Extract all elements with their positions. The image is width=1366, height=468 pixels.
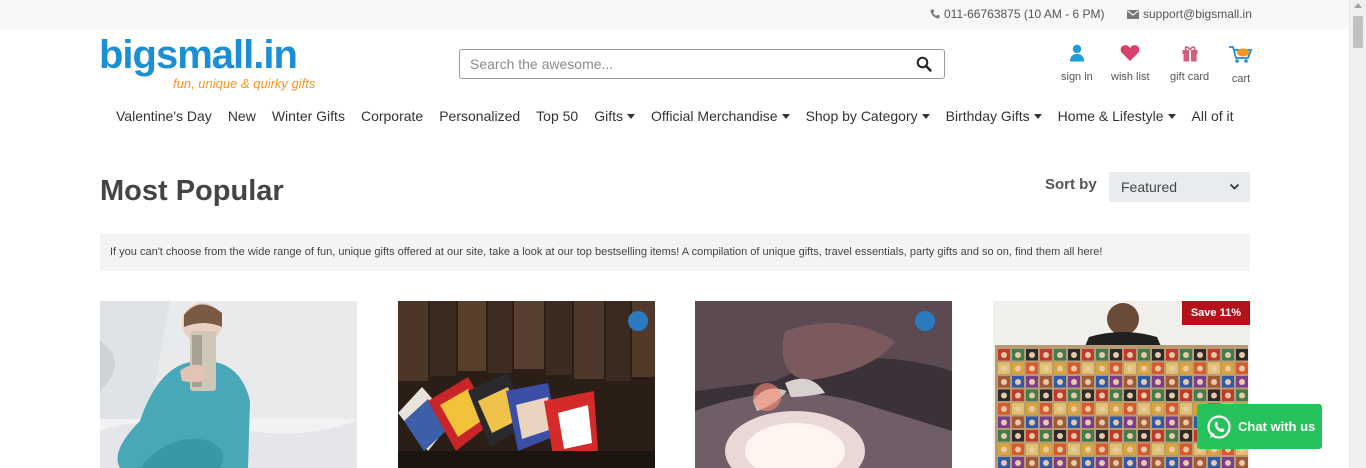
chat-label: Chat with us [1238, 419, 1316, 434]
search-box [459, 49, 945, 79]
scroll-up-arrow-icon[interactable] [1354, 3, 1362, 8]
cart-icon [1229, 46, 1253, 63]
nav-label: Corporate [360, 108, 424, 124]
whatsapp-icon [1207, 414, 1231, 439]
nav-label: New [227, 108, 256, 124]
intro-text: If you can't choose from the wide range … [100, 234, 1250, 271]
nav-item-corporate[interactable]: Corporate [361, 108, 423, 124]
logo-tagline: fun, unique & quirky gifts [173, 76, 316, 91]
nav-item-official-merchandise[interactable]: Official Merchandise [651, 108, 790, 124]
envelope-icon [1127, 9, 1139, 19]
heart-icon [1120, 45, 1140, 61]
vertical-scrollbar[interactable] [1349, 0, 1366, 468]
support-email[interactable]: support@bigsmall.in [1127, 7, 1252, 21]
nav-item-all-of-it[interactable]: All of it [1192, 108, 1234, 124]
nav-item-new[interactable]: New [228, 108, 256, 124]
site-logo[interactable]: bigsmall.in fun, unique & quirky gifts [99, 33, 315, 91]
caret-down-icon [1033, 113, 1042, 119]
chevron-down-icon [1229, 183, 1240, 190]
nav-item-top-50[interactable]: Top 50 [536, 108, 578, 124]
nav-item-birthday-gifts[interactable]: Birthday Gifts [946, 108, 1042, 124]
user-icon [1069, 44, 1084, 62]
product-card[interactable] [100, 301, 357, 468]
wish-list-label: wish list [1111, 71, 1150, 83]
nav-label: Valentine's Day [116, 108, 212, 124]
nav-item-personalized[interactable]: Personalized [439, 108, 520, 124]
caret-down-icon [781, 113, 790, 119]
nav-label: All of it [1191, 108, 1234, 124]
caret-down-icon [921, 113, 930, 119]
scrollbar-thumb[interactable] [1353, 16, 1363, 48]
product-image[interactable] [398, 301, 655, 468]
search-input[interactable] [470, 54, 900, 74]
nav-item-valentines-day[interactable]: Valentine's Day [116, 108, 212, 124]
main-nav: Valentine's Day New Winter Gifts Corpora… [116, 108, 1234, 124]
search-icon[interactable] [916, 56, 932, 72]
cart-link[interactable]: cart [1228, 44, 1254, 85]
nav-item-gifts[interactable]: Gifts [594, 108, 635, 124]
support-email-text: support@bigsmall.in [1143, 7, 1252, 21]
nav-label: Winter Gifts [271, 108, 345, 124]
top-bar: 011-66763875 (10 AM - 6 PM) support@bigs… [0, 0, 1349, 29]
gift-icon [1182, 46, 1198, 62]
product-card[interactable] [695, 301, 952, 468]
nav-label: Gifts [594, 108, 623, 124]
caret-down-icon [1167, 113, 1176, 119]
chat-with-us-button[interactable]: Chat with us [1197, 404, 1322, 449]
save-badge: Save 11% [1181, 301, 1250, 325]
caret-down-icon [626, 113, 635, 119]
sort-select[interactable]: Featured [1109, 172, 1250, 202]
support-phone-text: 011-66763875 (10 AM - 6 PM) [944, 7, 1105, 21]
sort-value: Featured [1121, 179, 1178, 195]
page-title: Most Popular [100, 175, 284, 207]
product-card[interactable] [398, 301, 655, 468]
nav-label: Top 50 [536, 108, 579, 124]
nav-label: Birthday Gifts [945, 108, 1030, 124]
nav-label: Shop by Category [805, 108, 918, 124]
support-phone[interactable]: 011-66763875 (10 AM - 6 PM) [930, 7, 1105, 21]
nav-item-winter-gifts[interactable]: Winter Gifts [272, 108, 345, 124]
nav-label: Home & Lifestyle [1057, 108, 1164, 124]
nav-label: Personalized [439, 108, 521, 124]
gift-card-link[interactable]: gift card [1170, 44, 1209, 83]
nav-item-shop-by-category[interactable]: Shop by Category [806, 108, 930, 124]
product-image[interactable] [100, 301, 357, 468]
logo-name: bigsmall.in [99, 33, 298, 77]
nav-item-home-lifestyle[interactable]: Home & Lifestyle [1058, 108, 1176, 124]
wish-list-link[interactable]: wish list [1111, 44, 1150, 83]
sign-in-link[interactable]: sign in [1061, 44, 1093, 83]
cart-label: cart [1231, 73, 1251, 85]
sort-label: Sort by [1045, 176, 1097, 193]
sign-in-label: sign in [1061, 71, 1093, 83]
product-image[interactable] [695, 301, 952, 468]
gift-card-label: gift card [1170, 71, 1210, 83]
nav-label: Official Merchandise [650, 108, 778, 124]
phone-icon [930, 9, 940, 19]
